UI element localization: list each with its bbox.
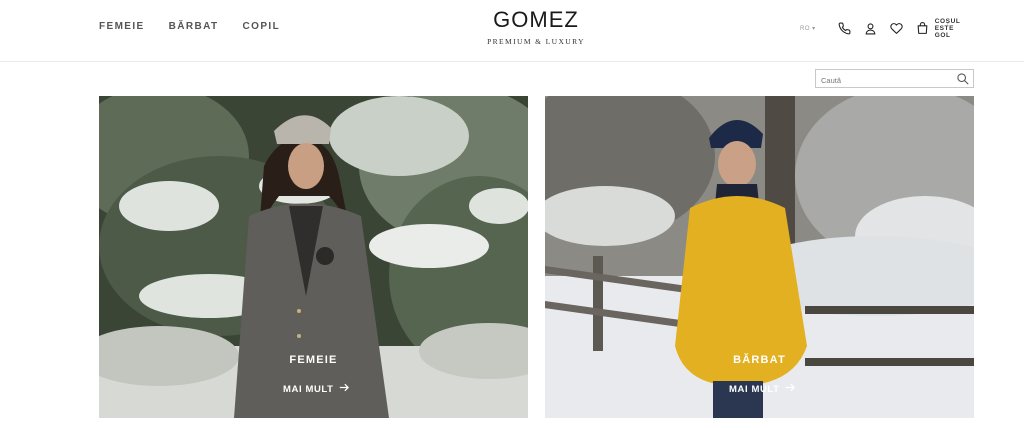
barbat-hero-image: [545, 96, 974, 418]
arrow-right-icon: [339, 383, 349, 395]
phone-icon[interactable]: [838, 21, 852, 35]
user-icon[interactable]: [864, 21, 878, 35]
heart-icon[interactable]: [890, 21, 904, 35]
tile-link-femeie[interactable]: MAI MULT: [283, 383, 349, 395]
site-header: FEMEIE BĂRBAT COPIL GOMEZ PREMIUM & LUXU…: [0, 0, 1024, 62]
cart-status-line1: COȘUL: [934, 17, 961, 25]
nav-item-copil[interactable]: COPIL: [243, 21, 281, 32]
arrow-right-icon: [785, 383, 795, 395]
cart-button[interactable]: COȘUL ESTE GOL: [916, 18, 969, 39]
search-icon[interactable]: [956, 72, 970, 86]
cart-status: COȘUL ESTE GOL: [935, 18, 969, 39]
logo-tagline: PREMIUM & LUXURY: [487, 37, 585, 46]
category-tile-barbat[interactable]: BĂRBAT MAI MULT: [545, 96, 974, 418]
search-box: [815, 69, 974, 89]
tile-link-label: MAI MULT: [729, 383, 780, 395]
logo-name: GOMEZ: [493, 7, 579, 32]
nav-item-barbat[interactable]: BĂRBAT: [169, 21, 219, 32]
brand-logo[interactable]: GOMEZ PREMIUM & LUXURY: [470, 7, 602, 47]
search-input[interactable]: [816, 72, 946, 89]
tile-link-label: MAI MULT: [283, 383, 334, 395]
header-tools: RO ▾ COȘUL ESTE GOL: [800, 18, 969, 39]
femeie-hero-image: [99, 96, 528, 418]
main-nav: FEMEIE BĂRBAT COPIL: [99, 21, 280, 32]
category-tile-femeie[interactable]: FEMEIE MAI MULT: [99, 96, 528, 418]
cart-status-line2: ESTE GOL: [934, 24, 955, 39]
bag-icon: [916, 21, 930, 35]
tile-link-barbat[interactable]: MAI MULT: [729, 383, 795, 395]
language-selector[interactable]: RO ▾: [800, 25, 816, 32]
nav-item-femeie[interactable]: FEMEIE: [99, 21, 145, 32]
